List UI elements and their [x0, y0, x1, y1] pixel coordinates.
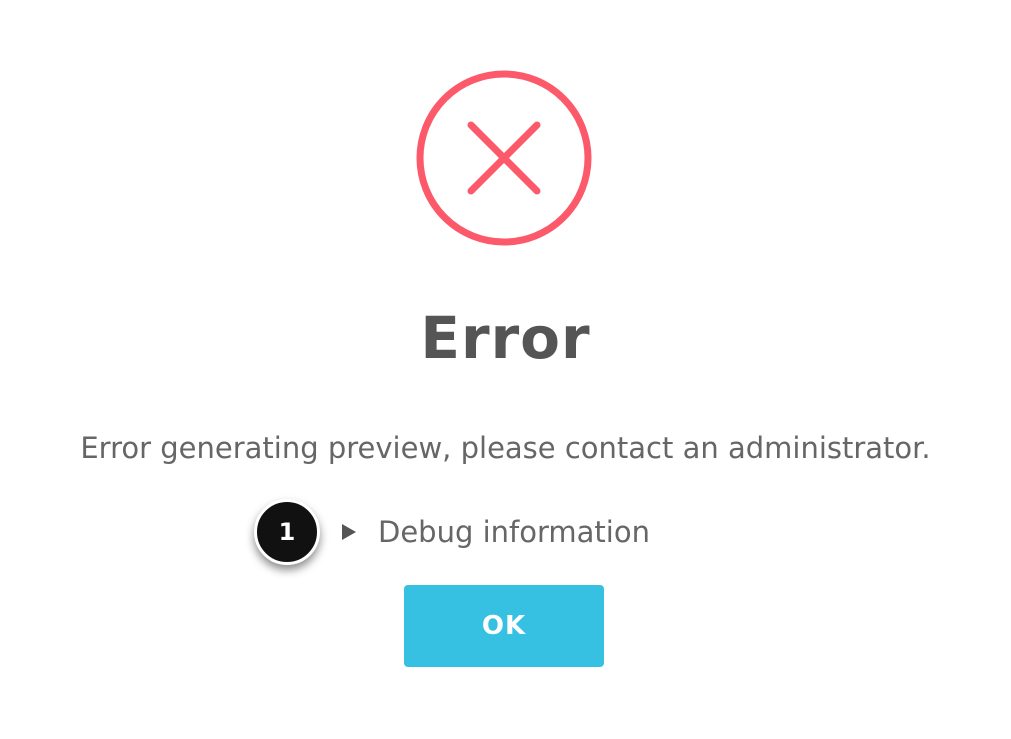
ok-button[interactable]: OK [404, 585, 604, 667]
callout-marker: 1 [254, 499, 320, 565]
debug-information-label: Debug information [378, 515, 650, 549]
error-message: Error generating preview, please contact… [80, 431, 931, 465]
error-dialog: Error Error generating preview, please c… [0, 0, 1011, 739]
debug-information-toggle[interactable]: Debug information [342, 512, 650, 552]
disclosure-triangle-icon [342, 524, 356, 540]
error-x-circle-icon [416, 70, 592, 246]
dialog-title: Error [420, 304, 591, 372]
